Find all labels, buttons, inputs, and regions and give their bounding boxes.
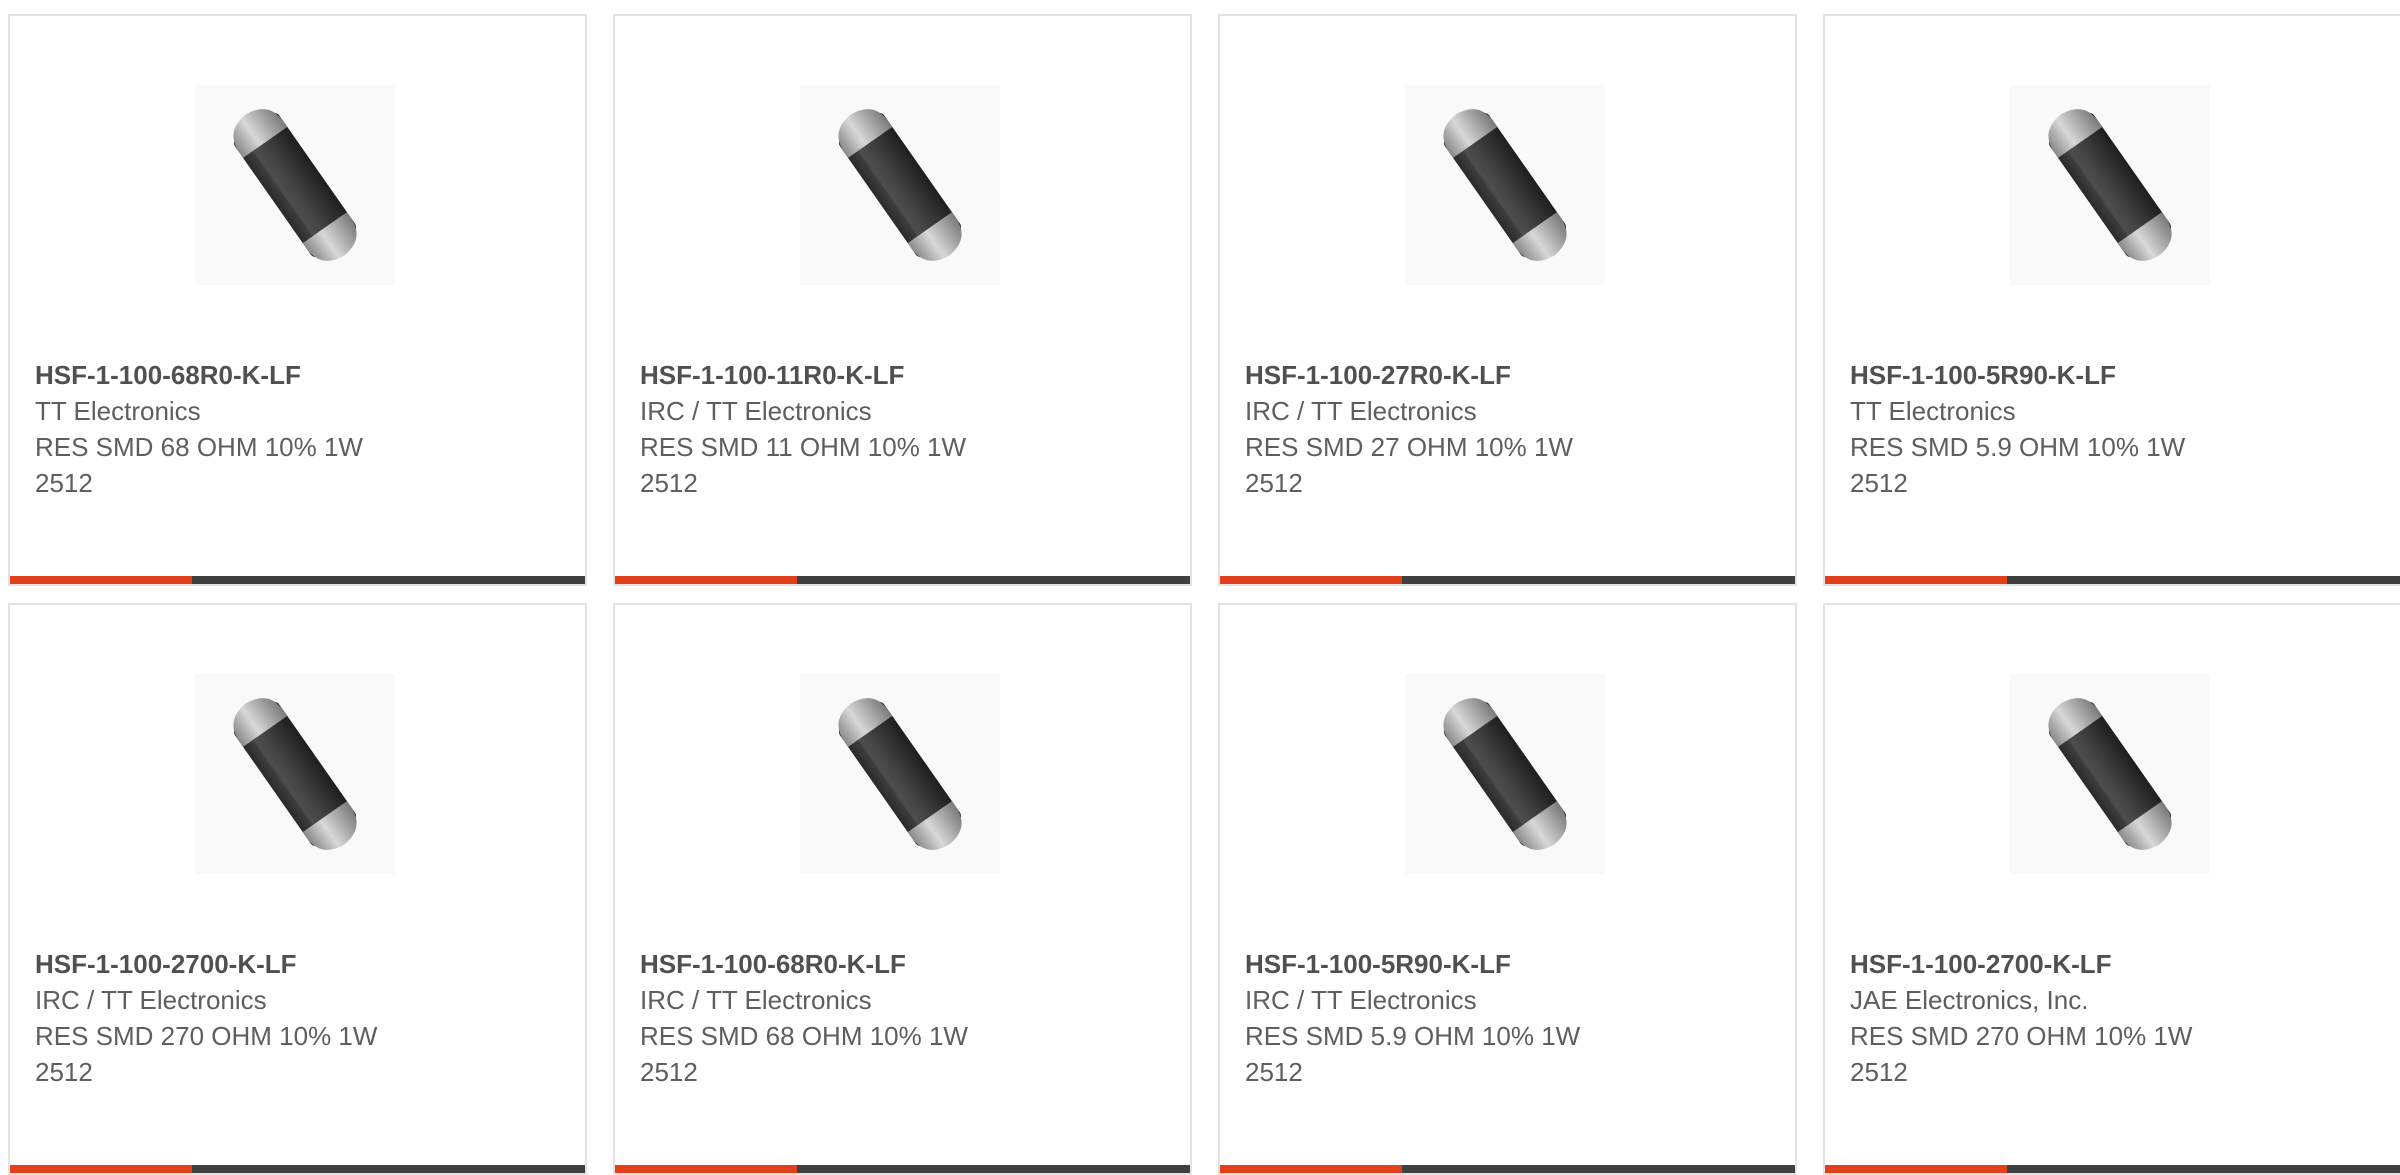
manufacturer: TT Electronics xyxy=(35,396,201,426)
product-card[interactable]: HSF-1-100-5R90-K-LF TT Electronics RES S… xyxy=(1823,14,2400,586)
accent-bar xyxy=(10,576,192,584)
description: RES SMD 270 OHM 10% 1W 2512 xyxy=(1850,1021,2193,1087)
card-bottom-bar xyxy=(1220,1165,1795,1173)
manufacturer: IRC / TT Electronics xyxy=(35,985,267,1015)
resistor-image-icon[interactable] xyxy=(2010,85,2210,285)
part-number[interactable]: HSF-1-100-11R0-K-LF xyxy=(640,357,1170,393)
part-number[interactable]: HSF-1-100-2700-K-LF xyxy=(35,946,565,982)
description: RES SMD 270 OHM 10% 1W 2512 xyxy=(35,1021,378,1087)
resistor-image-icon[interactable] xyxy=(2010,674,2210,874)
manufacturer: IRC / TT Electronics xyxy=(640,396,872,426)
product-info: HSF-1-100-2700-K-LF IRC / TT Electronics… xyxy=(35,946,565,1090)
description: RES SMD 68 OHM 10% 1W 2512 xyxy=(640,1021,968,1087)
product-card[interactable]: HSF-1-100-11R0-K-LF IRC / TT Electronics… xyxy=(613,14,1192,586)
resistor-image-icon[interactable] xyxy=(195,85,395,285)
resistor-image-icon[interactable] xyxy=(1405,85,1605,285)
product-info: HSF-1-100-68R0-K-LF IRC / TT Electronics… xyxy=(640,946,1170,1090)
part-number[interactable]: HSF-1-100-5R90-K-LF xyxy=(1850,357,2380,393)
manufacturer: IRC / TT Electronics xyxy=(1245,985,1477,1015)
manufacturer: TT Electronics xyxy=(1850,396,2016,426)
product-info: HSF-1-100-2700-K-LF JAE Electronics, Inc… xyxy=(1850,946,2380,1090)
accent-bar xyxy=(1825,1165,2007,1173)
product-info: HSF-1-100-11R0-K-LF IRC / TT Electronics… xyxy=(640,357,1170,501)
card-bottom-bar xyxy=(10,576,585,584)
part-number[interactable]: HSF-1-100-27R0-K-LF xyxy=(1245,357,1775,393)
card-bottom-bar xyxy=(10,1165,585,1173)
resistor-image-icon[interactable] xyxy=(195,674,395,874)
accent-bar xyxy=(1220,576,1402,584)
part-number[interactable]: HSF-1-100-68R0-K-LF xyxy=(35,357,565,393)
part-number[interactable]: HSF-1-100-5R90-K-LF xyxy=(1245,946,1775,982)
manufacturer: IRC / TT Electronics xyxy=(640,985,872,1015)
description: RES SMD 5.9 OHM 10% 1W 2512 xyxy=(1245,1021,1581,1087)
product-card[interactable]: HSF-1-100-2700-K-LF JAE Electronics, Inc… xyxy=(1823,603,2400,1175)
product-card[interactable]: HSF-1-100-27R0-K-LF IRC / TT Electronics… xyxy=(1218,14,1797,586)
product-info: HSF-1-100-68R0-K-LF TT Electronics RES S… xyxy=(35,357,565,501)
card-bottom-bar xyxy=(615,576,1190,584)
description: RES SMD 5.9 OHM 10% 1W 2512 xyxy=(1850,432,2186,498)
description: RES SMD 11 OHM 10% 1W 2512 xyxy=(640,432,967,498)
product-card[interactable]: HSF-1-100-2700-K-LF IRC / TT Electronics… xyxy=(8,603,587,1175)
part-number[interactable]: HSF-1-100-68R0-K-LF xyxy=(640,946,1170,982)
product-grid: HSF-1-100-68R0-K-LF TT Electronics RES S… xyxy=(8,14,2400,1175)
manufacturer: JAE Electronics, Inc. xyxy=(1850,985,2089,1015)
card-bottom-bar xyxy=(615,1165,1190,1173)
accent-bar xyxy=(615,1165,797,1173)
product-card[interactable]: HSF-1-100-5R90-K-LF IRC / TT Electronics… xyxy=(1218,603,1797,1175)
accent-bar xyxy=(1825,576,2007,584)
card-bottom-bar xyxy=(1825,1165,2400,1173)
product-info: HSF-1-100-5R90-K-LF TT Electronics RES S… xyxy=(1850,357,2380,501)
part-number[interactable]: HSF-1-100-2700-K-LF xyxy=(1850,946,2380,982)
product-info: HSF-1-100-27R0-K-LF IRC / TT Electronics… xyxy=(1245,357,1775,501)
accent-bar xyxy=(1220,1165,1402,1173)
product-card[interactable]: HSF-1-100-68R0-K-LF IRC / TT Electronics… xyxy=(613,603,1192,1175)
card-bottom-bar xyxy=(1825,576,2400,584)
manufacturer: IRC / TT Electronics xyxy=(1245,396,1477,426)
resistor-image-icon[interactable] xyxy=(800,85,1000,285)
description: RES SMD 68 OHM 10% 1W 2512 xyxy=(35,432,363,498)
accent-bar xyxy=(615,576,797,584)
card-bottom-bar xyxy=(1220,576,1795,584)
product-card[interactable]: HSF-1-100-68R0-K-LF TT Electronics RES S… xyxy=(8,14,587,586)
resistor-image-icon[interactable] xyxy=(800,674,1000,874)
description: RES SMD 27 OHM 10% 1W 2512 xyxy=(1245,432,1573,498)
accent-bar xyxy=(10,1165,192,1173)
resistor-image-icon[interactable] xyxy=(1405,674,1605,874)
product-info: HSF-1-100-5R90-K-LF IRC / TT Electronics… xyxy=(1245,946,1775,1090)
